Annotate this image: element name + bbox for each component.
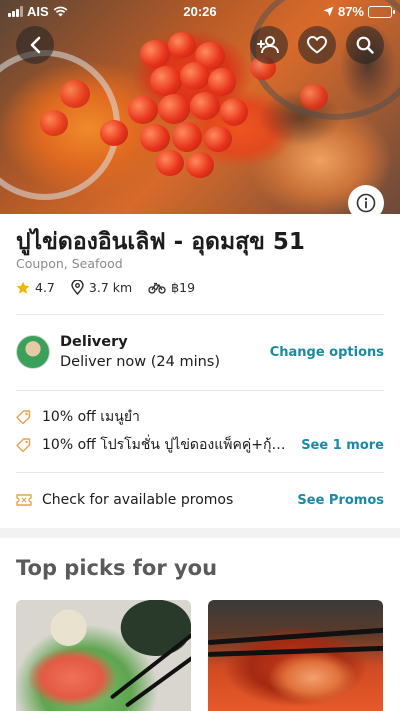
top-pick-card[interactable] xyxy=(208,600,383,711)
change-options-link[interactable]: Change options xyxy=(270,345,384,360)
bike-icon xyxy=(148,282,166,294)
add-user-icon xyxy=(257,36,279,54)
promo-item[interactable]: 10% off โปรโมชั่น ปูไข่ดองแพ็คคู่+กุ้งแช… xyxy=(16,434,384,456)
restaurant-categories: Coupon, Seafood xyxy=(16,256,123,271)
section-separator xyxy=(0,528,400,538)
divider xyxy=(16,314,384,315)
ticket-icon xyxy=(16,494,32,506)
favorite-button[interactable] xyxy=(298,26,336,64)
distance: 3.7 km xyxy=(71,280,132,295)
top-picks-title: Top picks for you xyxy=(16,556,218,580)
delivery-label: Delivery xyxy=(60,334,128,350)
delivery-option: Delivery Deliver now (24 mins) Change op… xyxy=(16,332,384,376)
hero-image: AIS 20:26 87% xyxy=(0,0,400,214)
rating: 4.7 xyxy=(16,280,55,295)
see-more-link[interactable]: See 1 more xyxy=(301,438,384,453)
battery-percent: 87% xyxy=(337,4,364,19)
delivery-fee-value: ฿19 xyxy=(171,280,196,295)
delivery-avatar xyxy=(16,335,50,369)
delivery-eta: Deliver now (24 mins) xyxy=(60,354,221,370)
top-pick-card[interactable] xyxy=(16,600,191,711)
tag-icon xyxy=(16,409,31,424)
rating-value: 4.7 xyxy=(35,280,55,295)
info-icon xyxy=(356,193,376,213)
star-icon xyxy=(16,281,30,294)
restaurant-meta: 4.7 3.7 km ฿19 xyxy=(16,280,211,295)
restaurant-details: ปูไข่ดองอินเลิฟ - อุดมสุข 51 Coupon, Sea… xyxy=(0,214,400,711)
back-button[interactable] xyxy=(16,26,54,64)
group-order-button[interactable] xyxy=(250,26,288,64)
divider xyxy=(16,390,384,391)
location-arrow-icon xyxy=(323,6,334,17)
delivery-fee: ฿19 xyxy=(148,280,195,295)
search-icon xyxy=(356,36,374,54)
restaurant-name: ปูไข่ดองอินเลิฟ - อุดมสุข 51 xyxy=(16,229,305,255)
location-pin-icon xyxy=(71,280,84,295)
distance-value: 3.7 km xyxy=(88,280,133,295)
promo-text: 10% off เมนูยำ xyxy=(42,409,140,425)
heart-icon xyxy=(307,36,327,54)
check-promos-text: Check for available promos xyxy=(42,492,234,508)
status-bar: AIS 20:26 87% xyxy=(0,0,400,24)
promo-item[interactable]: 10% off เมนูยำ xyxy=(16,406,384,428)
check-promos-row[interactable]: Check for available promos See Promos xyxy=(16,489,384,511)
tag-icon xyxy=(16,437,31,452)
battery-icon xyxy=(368,5,395,18)
promo-text: 10% off โปรโมชั่น ปูไข่ดองแพ็คคู่+กุ้งแช… xyxy=(42,437,292,453)
search-button[interactable] xyxy=(346,26,384,64)
see-promos-link[interactable]: See Promos xyxy=(297,493,384,508)
chevron-left-icon xyxy=(30,36,41,54)
divider xyxy=(16,472,384,473)
